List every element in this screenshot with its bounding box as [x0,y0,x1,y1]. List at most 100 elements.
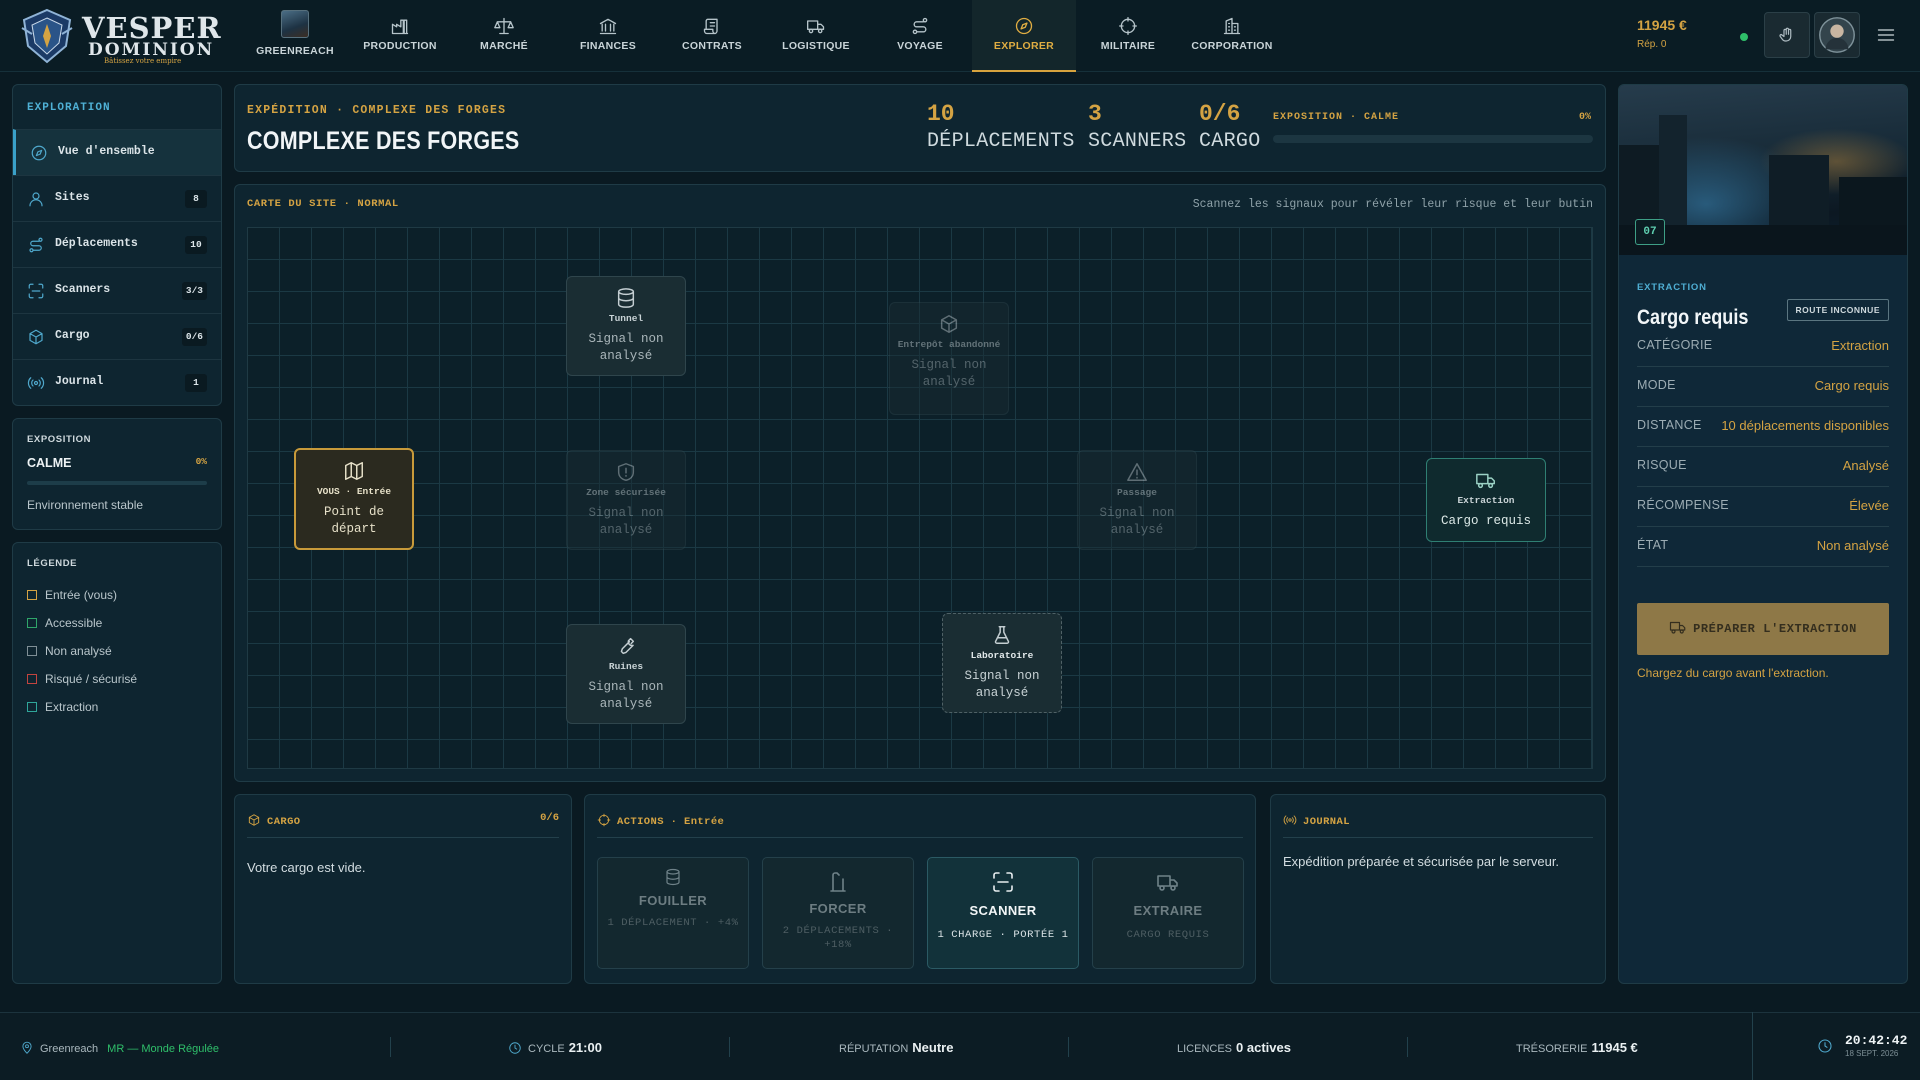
map-node-entree[interactable]: VOUS · Entrée Point de départ [294,448,414,550]
truck-icon [1669,621,1686,634]
legend-card: LÉGENDE Entrée (vous) Accessible Non ana… [12,542,222,984]
crosshair-icon [597,813,611,827]
database-icon [617,288,635,308]
divider [1068,1037,1069,1057]
sidebar-item-badge: 0/6 [181,328,207,346]
stat-value: 3 [1088,101,1102,127]
clock-icon [1818,1039,1832,1053]
sidebar-item-journal[interactable]: Journal 1 [13,359,221,405]
sidebar-item-scanners[interactable]: Scanners 3/3 [13,267,221,313]
nav-greenreach[interactable]: GREENREACH [243,0,347,72]
hamburger-menu-icon[interactable] [1876,25,1896,45]
prepare-extraction-button[interactable]: PRÉPARER L'EXTRACTION [1637,603,1889,655]
exposure-label: EXPOSITION [27,434,92,445]
action-forcer-button[interactable]: FORCER 2 DÉPLACEMENTS · +18% [762,857,914,969]
map-node-laboratoire[interactable]: Laboratoire Signal non analysé [942,613,1062,713]
nav-corporation[interactable]: CORPORATION [1180,0,1284,72]
compass-icon [1015,17,1033,35]
header-exposure-label: EXPOSITION · CALME [1273,112,1400,123]
sidebar-item-deplacements[interactable]: Déplacements 10 [13,221,221,267]
sidebar-item-label: Scanners [55,283,111,296]
legend-item: Accessible [27,617,102,629]
legend-label: Entrée (vous) [45,588,118,602]
map-node-name: Passage [1117,487,1157,498]
nav-militaire[interactable]: MILITAIRE [1076,0,1180,72]
nav-label: FINANCES [579,40,637,52]
prepare-extraction-label: PRÉPARER L'EXTRACTION [1693,622,1857,636]
detail-value: Élevée [1849,498,1889,513]
sidebar-item-badge: 8 [185,190,207,208]
divider [390,1037,391,1057]
exposure-state: CALME [27,456,72,470]
brand-logo[interactable]: VESPER DOMINION Bâtissez votre empire [18,6,221,66]
map-node-entrepot[interactable]: Entrepôt abandonné Signal non analysé [889,302,1009,415]
action-extraire-button[interactable]: EXTRAIRE CARGO REQUIS [1092,857,1244,969]
map-node-status: Signal non analysé [1099,505,1175,537]
map-node-ruines[interactable]: Ruines Signal non analysé [566,624,686,724]
footer-reputation-label: RÉPUTATION [839,1043,909,1055]
action-cost: 1 DÉPLACEMENT · +4% [607,917,739,929]
stat-label: SCANNERS [1088,130,1187,153]
action-label: FORCER [809,901,867,916]
journal-entry: Expédition préparée et sécurisée par le … [1283,854,1560,869]
footer-treasury: TRÉSORERIE 11945 € [1516,1041,1638,1055]
legend-item: Extraction [27,701,98,713]
sidebar-item-label: Sites [55,191,90,204]
notifications-button[interactable] [1764,12,1810,58]
nav-production[interactable]: PRODUCTION [348,0,452,72]
sidebar-item-badge: 10 [185,236,207,254]
sidebar-item-overview[interactable]: Vue d'ensemble [13,129,221,175]
map-node-status: Cargo requis [1440,513,1531,528]
crowbar-icon [830,872,846,892]
header-exposure-bar [1273,135,1593,143]
action-scanner-button[interactable]: SCANNER 1 CHARGE · PORTÉE 1 [927,857,1079,969]
map-node-name: Zone sécurisée [586,487,666,498]
sidebar-item-label: Vue d'ensemble [58,145,155,158]
nav-finances[interactable]: FINANCES [556,0,660,72]
action-cost: 2 DÉPLACEMENTS · +18% [782,925,894,952]
nav-label: EXPLORER [993,40,1055,52]
nav-label: CONTRATS [682,40,742,52]
nav-logistique[interactable]: LOGISTIQUE [764,0,868,72]
map-title: CARTE DU SITE · NORMAL [247,198,399,210]
nav-voyage[interactable]: VOYAGE [868,0,972,72]
legend-item: Entrée (vous) [27,589,117,601]
nav-label: MILITAIRE [1100,40,1156,52]
top-navigation-bar: VESPER DOMINION Bâtissez votre empire GR… [0,0,1920,72]
detail-row-risque: RISQUE Analysé [1637,447,1889,487]
map-node-zone-securisee[interactable]: Zone sécurisée Signal non analysé [566,450,686,550]
brand-tagline: Bâtissez votre empire [104,57,182,65]
avatar-portrait-icon [1819,17,1855,53]
actions-context: Entrée [684,816,725,828]
divider [1407,1037,1408,1057]
map-node-tunnel[interactable]: Tunnel Signal non analysé [566,276,686,376]
clock: 20:42:42 18 SEPT. 2026 [1752,1012,1920,1080]
map-node-name: Ruines [608,661,644,672]
brand-name: VESPER [82,11,222,45]
divider [729,1037,730,1057]
sidebar-item-sites[interactable]: Sites 8 [13,175,221,221]
scroll-icon [703,18,718,35]
status-footer: Greenreach MR — Monde Régulée CYCLE 21:00… [0,1012,1920,1080]
signal-icon [1283,815,1297,825]
detail-row-distance: DISTANCE 10 déplacements disponibles [1637,407,1889,447]
avatar[interactable] [1814,12,1860,58]
legend-swatch [27,702,37,712]
map-node-extraction[interactable]: Extraction Cargo requis [1426,458,1546,542]
signal-icon [27,377,45,389]
site-detail-panel: 07 EXTRACTION Cargo requis ROUTE INCONNU… [1618,84,1908,984]
legend-label: Non analysé [45,644,112,658]
divider [1283,837,1593,838]
clock-icon [509,1042,521,1054]
nav-explorer[interactable]: EXPLORER [972,0,1076,72]
legend-item: Non analysé [27,645,112,657]
nav-contrats[interactable]: CONTRATS [660,0,764,72]
map-node-passage[interactable]: Passage Signal non analysé [1077,450,1197,550]
cargo-count: 0/6 [540,812,559,824]
footer-licences-value: 0 actives [1236,1040,1291,1055]
nav-marche[interactable]: MARCHÉ [452,0,556,72]
footer-world: MR — Monde Régulée [107,1043,220,1055]
sidebar-item-cargo[interactable]: Cargo 0/6 [13,313,221,359]
action-fouiller-button[interactable]: FOUILLER 1 DÉPLACEMENT · +4% [597,857,749,969]
site-title: Cargo requis [1637,306,1749,329]
